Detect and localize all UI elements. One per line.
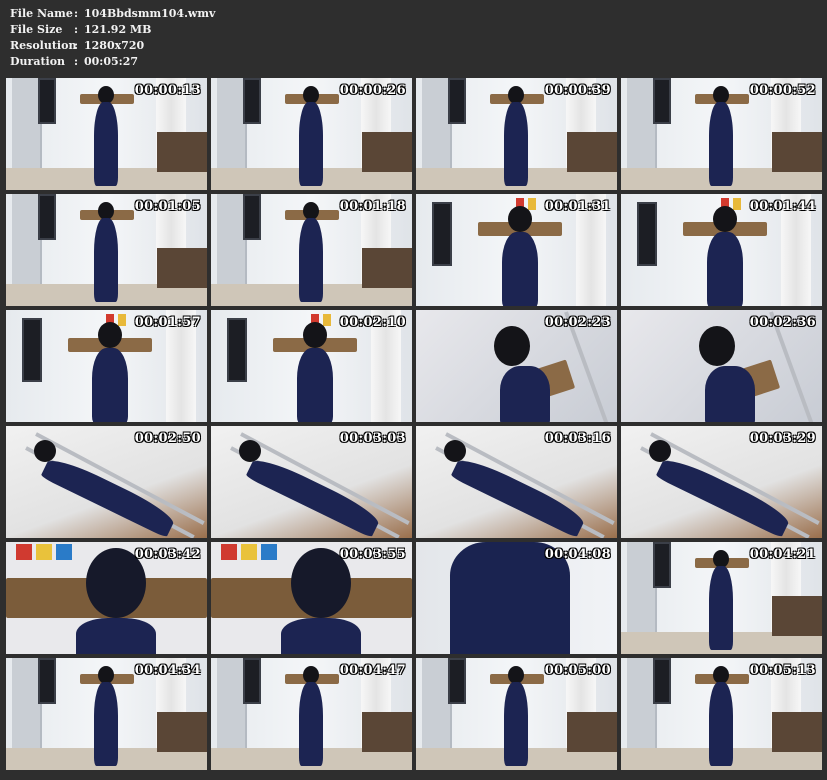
timestamp: 00:01:31 bbox=[544, 199, 611, 214]
timestamp: 00:01:57 bbox=[134, 315, 201, 330]
timestamp: 00:02:36 bbox=[749, 315, 816, 330]
duration-row: Duration : 00:05:27 bbox=[10, 54, 215, 70]
thumbnail[interactable]: 00:04:34 bbox=[6, 658, 207, 770]
thumbnail[interactable]: 00:01:31 bbox=[416, 194, 617, 306]
file-name-row: File Name : 104Bbdsmm104.wmv bbox=[10, 6, 215, 22]
thumbnail[interactable]: 00:00:13 bbox=[6, 78, 207, 190]
file-size-value: 121.92 MB bbox=[84, 23, 152, 36]
timestamp: 00:02:10 bbox=[339, 315, 406, 330]
timestamp: 00:03:42 bbox=[134, 547, 201, 562]
timestamp: 00:01:44 bbox=[749, 199, 816, 214]
timestamp: 00:04:47 bbox=[339, 663, 406, 678]
file-name-label: File Name bbox=[10, 7, 73, 20]
timestamp: 00:02:23 bbox=[544, 315, 611, 330]
thumbnail[interactable]: 00:05:13 bbox=[621, 658, 822, 770]
timestamp: 00:00:26 bbox=[339, 83, 406, 98]
duration-value: 00:05:27 bbox=[84, 55, 139, 68]
thumbnail[interactable]: 00:01:57 bbox=[6, 310, 207, 422]
thumbnail[interactable]: 00:02:23 bbox=[416, 310, 617, 422]
timestamp: 00:00:13 bbox=[134, 83, 201, 98]
thumbnail[interactable]: 00:00:39 bbox=[416, 78, 617, 190]
timestamp: 00:02:50 bbox=[134, 431, 201, 446]
timestamp: 00:00:52 bbox=[749, 83, 816, 98]
timestamp: 00:03:03 bbox=[339, 431, 406, 446]
timestamp: 00:00:39 bbox=[544, 83, 611, 98]
thumbnail[interactable]: 00:04:08 bbox=[416, 542, 617, 654]
thumbnail[interactable]: 00:04:47 bbox=[211, 658, 412, 770]
timestamp: 00:01:05 bbox=[134, 199, 201, 214]
timestamp: 00:04:21 bbox=[749, 547, 816, 562]
file-size-row: File Size : 121.92 MB bbox=[10, 22, 215, 38]
thumbnail[interactable]: 00:01:05 bbox=[6, 194, 207, 306]
separator: : bbox=[74, 23, 79, 36]
timestamp: 00:05:00 bbox=[544, 663, 611, 678]
timestamp: 00:04:08 bbox=[544, 547, 611, 562]
thumbnail[interactable]: 00:04:21 bbox=[621, 542, 822, 654]
timestamp: 00:01:18 bbox=[339, 199, 406, 214]
timestamp: 00:03:16 bbox=[544, 431, 611, 446]
timestamp: 00:03:55 bbox=[339, 547, 406, 562]
resolution-value: 1280x720 bbox=[84, 39, 145, 52]
thumbnail[interactable]: 00:01:18 bbox=[211, 194, 412, 306]
timestamp: 00:03:29 bbox=[749, 431, 816, 446]
thumbnail[interactable]: 00:01:44 bbox=[621, 194, 822, 306]
thumbnail[interactable]: 00:03:03 bbox=[211, 426, 412, 538]
file-name-value: 104Bbdsmm104.wmv bbox=[84, 7, 216, 20]
duration-label: Duration bbox=[10, 55, 66, 68]
timestamp: 00:05:13 bbox=[749, 663, 816, 678]
thumbnail[interactable]: 00:02:10 bbox=[211, 310, 412, 422]
file-size-label: File Size bbox=[10, 23, 63, 36]
thumbnail[interactable]: 00:03:16 bbox=[416, 426, 617, 538]
resolution-label: Resolution bbox=[10, 39, 77, 52]
thumbnail[interactable]: 00:03:55 bbox=[211, 542, 412, 654]
thumbnail[interactable]: 00:00:26 bbox=[211, 78, 412, 190]
thumbnail[interactable]: 00:02:36 bbox=[621, 310, 822, 422]
separator: : bbox=[74, 7, 79, 20]
separator: : bbox=[74, 39, 79, 52]
thumbnail[interactable]: 00:05:00 bbox=[416, 658, 617, 770]
thumbnail[interactable]: 00:03:29 bbox=[621, 426, 822, 538]
thumbnail[interactable]: 00:03:42 bbox=[6, 542, 207, 654]
file-info-panel: File Name : 104Bbdsmm104.wmv File Size :… bbox=[10, 6, 215, 70]
timestamp: 00:04:34 bbox=[134, 663, 201, 678]
thumbnail[interactable]: 00:00:52 bbox=[621, 78, 822, 190]
separator: : bbox=[74, 55, 79, 68]
thumbnail-grid: 00:00:13 00:00:26 00:00:39 00:00:52 00:0… bbox=[6, 78, 822, 770]
thumbnail[interactable]: 00:02:50 bbox=[6, 426, 207, 538]
resolution-row: Resolution : 1280x720 bbox=[10, 38, 215, 54]
